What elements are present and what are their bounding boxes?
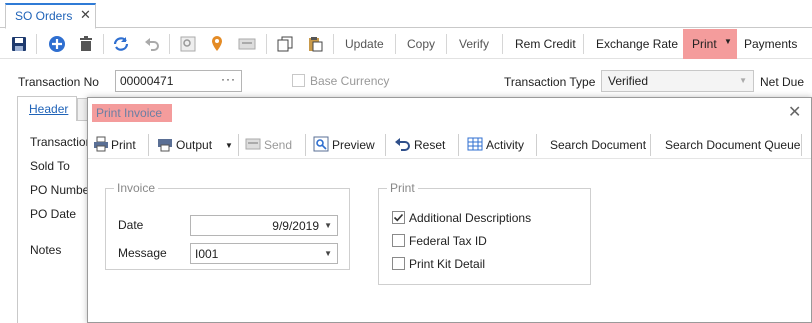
send-icon[interactable]	[245, 136, 261, 152]
tab-so-orders-label: SO Orders	[15, 9, 73, 23]
transaction-no-field[interactable]: 00000471 ···	[115, 70, 242, 92]
activity-icon[interactable]	[467, 136, 483, 152]
message-label: Message	[118, 246, 167, 260]
base-currency-checkbox[interactable]	[292, 74, 305, 87]
chevron-down-icon: ▼	[739, 76, 747, 85]
tab-header-label: Header	[29, 102, 69, 116]
print-kit-detail-label: Print Kit Detail	[409, 257, 486, 271]
federal-tax-id-label: Federal Tax ID	[409, 234, 487, 248]
date-label: Date	[118, 218, 144, 232]
print-options-group: Print Additional Descriptions Federal Ta…	[378, 181, 591, 285]
invoice-group: Invoice Date 9/9/2019 ▼ Message I001 ▼	[105, 181, 350, 270]
print-kit-detail-checkbox[interactable]	[392, 257, 405, 270]
copy-button[interactable]: Copy	[407, 37, 435, 51]
chevron-down-icon[interactable]: ▼	[225, 141, 233, 150]
base-currency-label: Base Currency	[310, 74, 390, 88]
dialog-preview-button[interactable]: Preview	[332, 138, 375, 152]
chevron-down-icon: ▼	[324, 249, 332, 258]
chevron-down-icon: ▼	[324, 221, 332, 230]
main-toolbar: Update Copy Verify Rem Credit Exchange R…	[0, 29, 812, 59]
transaction-type-value: Verified	[608, 74, 649, 88]
keyboard-icon[interactable]	[237, 34, 257, 54]
copy-icon[interactable]	[275, 34, 295, 54]
invoice-group-legend: Invoice	[114, 181, 159, 195]
dialog-toolbar: Print Output ▼ Send Preview Reset Activi…	[88, 131, 811, 159]
delete-icon[interactable]	[76, 34, 96, 54]
checkmark-icon	[393, 213, 404, 222]
date-picker[interactable]: 9/9/2019 ▼	[190, 215, 338, 236]
dialog-activity-button[interactable]: Activity	[486, 138, 524, 152]
printer-icon[interactable]	[93, 136, 109, 152]
location-icon[interactable]	[207, 34, 227, 54]
close-icon[interactable]: ✕	[788, 102, 801, 122]
dialog-send-button[interactable]: Send	[264, 138, 292, 152]
preview-icon[interactable]	[313, 136, 329, 152]
federal-tax-id-checkbox[interactable]	[392, 234, 405, 247]
sold-to-label: Sold To	[30, 159, 70, 173]
document-tab-strip: SO Orders ✕	[0, 0, 812, 29]
tab-so-orders[interactable]: SO Orders ✕	[5, 3, 96, 29]
additional-descriptions-label: Additional Descriptions	[409, 211, 532, 225]
net-due-label: Net Due	[760, 75, 805, 89]
search-document-button[interactable]: Search Document	[550, 138, 646, 152]
dialog-print-button[interactable]: Print	[111, 138, 136, 152]
search-document-queue-button[interactable]: Search Document Queue	[665, 138, 800, 152]
dialog-output-button[interactable]: Output	[176, 138, 212, 152]
dialog-title-text: Print Invoice	[96, 106, 163, 120]
paste-icon[interactable]	[305, 34, 325, 54]
message-value: I001	[195, 247, 219, 261]
po-number-label: PO Number	[30, 183, 94, 197]
transaction-label: Transaction	[30, 135, 93, 149]
transaction-no-value: 00000471	[120, 74, 174, 88]
reset-icon[interactable]	[394, 136, 410, 152]
notes-label: Notes	[30, 243, 62, 257]
po-date-label: PO Date	[30, 207, 77, 221]
print-dropdown-button[interactable]: Print ▼	[683, 29, 737, 59]
print-invoice-dialog: Print Invoice ✕ Print Output ▼ Send Prev…	[87, 97, 812, 323]
chevron-down-icon: ▼	[724, 37, 732, 46]
print-group-legend: Print	[387, 181, 418, 195]
find-icon[interactable]	[178, 34, 198, 54]
save-icon[interactable]	[9, 34, 29, 54]
message-select[interactable]: I001 ▼	[190, 243, 338, 264]
exchange-rate-button[interactable]: Exchange Rate	[596, 37, 678, 51]
refresh-icon[interactable]	[111, 34, 131, 54]
date-value: 9/9/2019	[272, 219, 319, 233]
rem-credit-button[interactable]: Rem Credit	[515, 37, 576, 51]
transaction-no-label: Transaction No	[18, 75, 99, 89]
additional-descriptions-checkbox[interactable]	[392, 211, 405, 224]
undo-icon[interactable]	[142, 34, 162, 54]
output-icon[interactable]	[157, 136, 173, 152]
dialog-title: Print Invoice	[92, 104, 172, 122]
add-icon[interactable]	[47, 34, 67, 54]
transaction-type-label: Transaction Type	[504, 75, 596, 89]
ellipsis-icon[interactable]: ···	[221, 72, 236, 86]
verify-button[interactable]: Verify	[459, 37, 489, 51]
tab-header[interactable]: Header	[17, 96, 77, 121]
close-tab-icon[interactable]: ✕	[80, 7, 91, 23]
update-button[interactable]: Update	[345, 37, 384, 51]
print-button-label: Print	[692, 37, 717, 51]
transaction-type-select[interactable]: Verified ▼	[601, 70, 754, 92]
dialog-reset-button[interactable]: Reset	[414, 138, 445, 152]
payments-button[interactable]: Payments	[744, 37, 797, 51]
